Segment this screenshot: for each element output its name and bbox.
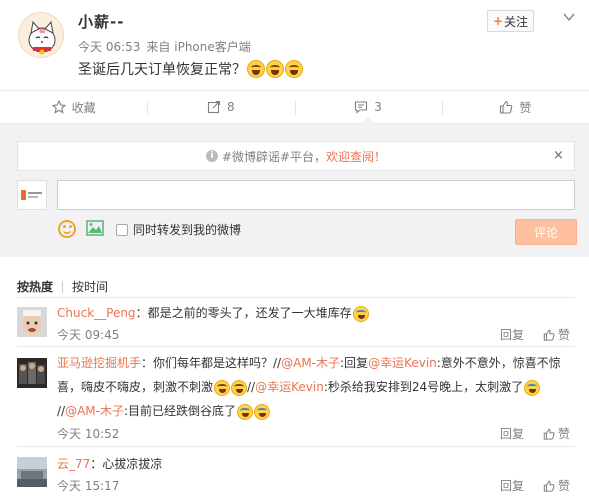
repost-icon <box>207 100 221 114</box>
comment-sort-bar: 按热度 按时间 <box>17 278 108 295</box>
like-label: 赞 <box>519 100 532 115</box>
sort-by-hot-tab[interactable]: 按热度 <box>17 278 53 295</box>
commenter-name[interactable]: 亚马逊挖掘机手 <box>57 356 141 370</box>
follow-button[interactable]: + 关注 <box>487 10 534 32</box>
svg-text:福: 福 <box>39 27 45 35</box>
reply-button[interactable]: 回复 <box>500 425 524 442</box>
image-upload-icon[interactable] <box>86 220 104 236</box>
reply-button[interactable]: 回复 <box>500 326 524 343</box>
current-user-avatar[interactable] <box>17 180 47 210</box>
repost-button[interactable]: 8 <box>147 91 294 123</box>
divider <box>17 297 575 298</box>
comment-like-label: 赞 <box>558 328 571 342</box>
comment-text: ：你们每年都是这样吗？// <box>141 356 282 370</box>
thumbs-up-icon <box>543 428 555 440</box>
comment-icon <box>355 101 368 114</box>
post-source-prefix: 来自 <box>146 40 171 54</box>
mention-link[interactable]: @AM-木子 <box>65 404 124 418</box>
post-meta: 今天 06:53 来自 iPhone客户端 <box>78 38 251 55</box>
divider <box>17 446 575 447</box>
laugh-tears-emoji-icon <box>214 379 231 396</box>
crying-emoji-icon <box>237 403 254 420</box>
info-icon: i <box>205 150 218 162</box>
comment-like-button[interactable]: 赞 <box>543 477 570 494</box>
follow-label: 关注 <box>504 14 529 29</box>
comment-text: ：心拔凉拔凉 <box>90 457 163 471</box>
comment-like-button[interactable]: 赞 <box>543 326 570 343</box>
comment-body: 云_77：心拔凉拔凉 <box>57 452 577 476</box>
thumbs-up-icon <box>543 329 555 341</box>
comment-count: 3 <box>374 100 382 114</box>
submit-comment-button[interactable]: 评论 <box>515 219 577 245</box>
weibo-post: 福 小薪-- 今天 06:53 来自 iPhone客户端 圣诞后几天订单恢复正常？… <box>0 0 589 90</box>
comment-time: 今天 09:45 <box>57 328 120 342</box>
emoji-picker-icon[interactable] <box>58 220 76 238</box>
notice-link[interactable]: 欢迎查阅！ <box>326 148 386 165</box>
comment-body: Chuck__Peng：都是之前的零头了，还发了一大堆库存 <box>57 301 577 325</box>
comment-input[interactable] <box>57 180 575 210</box>
repost-count: 8 <box>227 100 235 114</box>
comment-text: ：都是之前的零头了，还发了一大堆库存 <box>135 306 352 320</box>
notice-close-icon[interactable]: × <box>553 148 564 163</box>
comment-time: 今天 15:17 <box>57 479 120 493</box>
comment-text: :回复 <box>340 356 369 370</box>
comment-text: // <box>247 380 256 394</box>
favorite-button[interactable]: 收藏 <box>0 91 147 123</box>
laugh-tears-emoji-icon <box>247 60 265 78</box>
plus-icon: + <box>492 14 504 28</box>
reply-button[interactable]: 回复 <box>500 477 524 494</box>
rumor-notice-bar: i #微博辟谣#平台， 欢迎查阅！ <box>17 141 575 171</box>
comment-text: :目前已经跌倒谷底了 <box>124 404 237 418</box>
commenter-avatar[interactable] <box>17 457 47 487</box>
checkbox-box[interactable] <box>116 223 128 236</box>
star-icon <box>51 100 66 114</box>
comment-text: :秒杀给我安排到24号晚上，太刺激了 <box>323 380 524 394</box>
laugh-tears-emoji-icon <box>285 60 303 78</box>
favorite-label: 收藏 <box>71 100 96 115</box>
divider <box>17 346 575 347</box>
mention-link[interactable]: @AM-木子 <box>281 356 340 370</box>
comment-time: 今天 10:52 <box>57 427 120 441</box>
crying-emoji-icon <box>524 379 541 396</box>
post-content: 圣诞后几天订单恢复正常？ <box>78 59 303 79</box>
sort-by-time-tab[interactable]: 按时间 <box>72 278 108 295</box>
like-button[interactable]: 赞 <box>441 91 589 123</box>
repost-to-my-weibo-checkbox[interactable]: 同时转发到我的微博 <box>116 221 241 238</box>
comment-text: // <box>57 404 66 418</box>
thumbs-up-icon <box>500 100 513 114</box>
chevron-down-icon[interactable] <box>562 10 576 24</box>
laugh-tears-emoji-icon <box>231 379 248 396</box>
mention-link[interactable]: @幸运Kevin <box>368 356 437 370</box>
notice-text: #微博辟谣#平台， <box>221 149 327 164</box>
post-text: 圣诞后几天订单恢复正常？ <box>78 62 246 78</box>
author-name[interactable]: 小薪-- <box>78 11 124 32</box>
thumbs-up-icon <box>543 480 555 492</box>
commenter-name[interactable]: Chuck__Peng <box>57 306 136 320</box>
comment-like-label: 赞 <box>558 427 571 441</box>
author-avatar[interactable]: 福 <box>18 12 64 58</box>
commenter-avatar[interactable] <box>17 307 47 337</box>
comment-body: 亚马逊挖掘机手：你们每年都是这样吗？//@AM-木子:回复@幸运Kevin:意外… <box>57 351 577 423</box>
crying-emoji-icon <box>352 305 369 322</box>
post-action-bar: 收藏 8 3 赞 <box>0 90 589 124</box>
commenter-avatar[interactable] <box>17 358 47 388</box>
comment-like-button[interactable]: 赞 <box>543 425 570 442</box>
comment-like-label: 赞 <box>558 479 571 493</box>
comment-button[interactable]: 3 <box>294 91 442 124</box>
laugh-tears-emoji-icon <box>266 60 284 78</box>
mention-link[interactable]: @幸运Kevin <box>255 380 324 394</box>
repost-checkbox-label: 同时转发到我的微博 <box>133 223 242 237</box>
sort-divider <box>62 280 64 293</box>
crying-emoji-icon <box>254 403 271 420</box>
post-source[interactable]: iPhone客户端 <box>174 40 251 54</box>
commenter-name[interactable]: 云_77 <box>57 457 90 471</box>
post-time[interactable]: 今天 06:53 <box>78 40 140 54</box>
